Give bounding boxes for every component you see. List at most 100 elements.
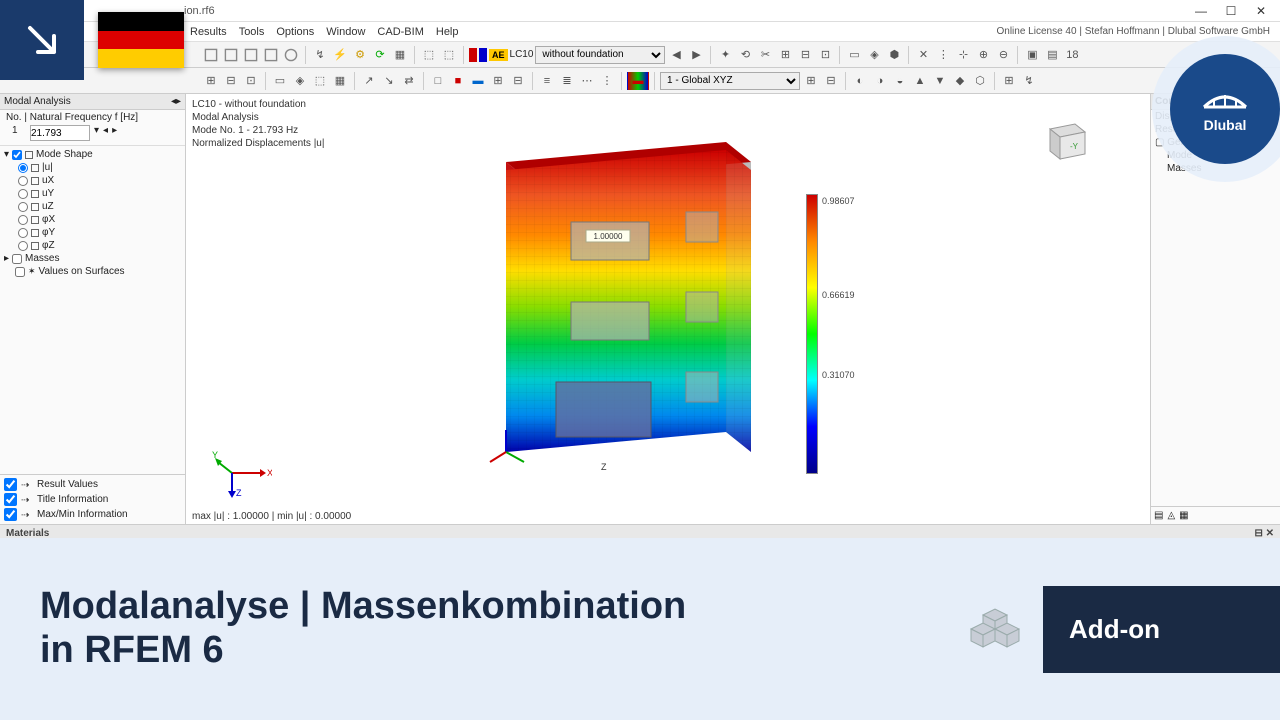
freq-value-input[interactable]	[30, 125, 90, 141]
tool-icon[interactable]: ▼	[931, 72, 949, 90]
panel-tab-icon[interactable]: ◬	[1167, 510, 1175, 521]
tool-icon[interactable]: ⊟	[822, 72, 840, 90]
tool-icon[interactable]: ◐	[851, 72, 869, 90]
close-button[interactable]: ✕	[1246, 2, 1276, 20]
checkbox[interactable]	[15, 267, 25, 277]
tree-item[interactable]: uX	[4, 174, 181, 187]
tree-item[interactable]: |u|	[4, 161, 181, 174]
orientation-cube[interactable]: -Y	[1040, 114, 1090, 164]
tool-icon[interactable]: ⊟	[796, 46, 814, 64]
tool-icon[interactable]: ▤	[1043, 46, 1061, 64]
tool-icon[interactable]: ▬	[469, 72, 487, 90]
radio[interactable]	[18, 189, 28, 199]
menu-results[interactable]: Results	[184, 26, 233, 38]
tool-icon[interactable]: ⊖	[994, 46, 1012, 64]
tool-icon[interactable]: ↯	[311, 46, 329, 64]
tree-item[interactable]: φZ	[4, 239, 181, 252]
radio[interactable]	[18, 176, 28, 186]
tool-icon[interactable]: ↗	[360, 72, 378, 90]
tool-icon[interactable]	[222, 46, 240, 64]
prev-icon[interactable]: ◂	[103, 125, 108, 141]
tree-item[interactable]: φX	[4, 213, 181, 226]
tool-icon[interactable]: ▲	[911, 72, 929, 90]
tool-icon[interactable]: ⋮	[598, 72, 616, 90]
checkbox[interactable]	[12, 254, 22, 264]
checkbox[interactable]	[4, 478, 17, 491]
checkbox[interactable]	[4, 508, 17, 521]
tool-icon[interactable]: ⊞	[489, 72, 507, 90]
tool-icon[interactable]	[242, 46, 260, 64]
tool-icon[interactable]: ⚙	[351, 46, 369, 64]
tool-icon[interactable]: ⚡	[331, 46, 349, 64]
check-row[interactable]: ⇢Result Values	[4, 477, 181, 492]
tool-icon[interactable]: ✦	[716, 46, 734, 64]
tool-icon[interactable]: ▬	[627, 72, 649, 90]
tool-icon[interactable]: ⋮	[934, 46, 952, 64]
tool-icon[interactable]: ↘	[380, 72, 398, 90]
tool-icon[interactable]: ⇄	[400, 72, 418, 90]
tool-icon[interactable]	[202, 46, 220, 64]
radio[interactable]	[18, 202, 28, 212]
prev-icon[interactable]: ◀	[667, 46, 685, 64]
chevron-right-icon[interactable]: ▸	[176, 96, 181, 107]
tool-icon[interactable]: ⊞	[202, 72, 220, 90]
maximize-button[interactable]: ☐	[1216, 2, 1246, 20]
coord-system-dropdown[interactable]: 1 - Global XYZ	[660, 72, 800, 90]
loadcase-dropdown[interactable]: without foundation	[535, 46, 665, 64]
tree-values-surfaces[interactable]: ✶ Values on Surfaces	[4, 265, 181, 278]
tree-item[interactable]: uY	[4, 187, 181, 200]
tool-icon[interactable]: ▭	[271, 72, 289, 90]
menu-cadbim[interactable]: CAD-BIM	[371, 26, 429, 38]
chevron-down-icon[interactable]: ▾	[94, 125, 99, 141]
tool-icon[interactable]: ▭	[845, 46, 863, 64]
minimize-button[interactable]: —	[1186, 2, 1216, 20]
tool-icon[interactable]: ⊟	[509, 72, 527, 90]
tool-icon[interactable]: ⊞	[776, 46, 794, 64]
tool-icon[interactable]: ⬚	[311, 72, 329, 90]
tool-icon[interactable]: ✕	[914, 46, 932, 64]
tool-icon[interactable]: ⟳	[371, 46, 389, 64]
tool-icon[interactable]: ⬡	[971, 72, 989, 90]
radio[interactable]	[18, 215, 28, 225]
radio[interactable]	[18, 241, 28, 251]
tool-icon[interactable]: ⊕	[974, 46, 992, 64]
tree-item[interactable]: uZ	[4, 200, 181, 213]
tool-icon[interactable]: ≣	[558, 72, 576, 90]
tool-icon[interactable]: ◈	[291, 72, 309, 90]
tool-icon[interactable]: ⊞	[1000, 72, 1018, 90]
cp-row[interactable]: Masses	[1151, 162, 1280, 175]
tool-icon[interactable]: ✂	[756, 46, 774, 64]
checkbox[interactable]	[12, 150, 22, 160]
tool-icon[interactable]: ⟲	[736, 46, 754, 64]
tree-masses[interactable]: ▸ Masses	[4, 252, 181, 265]
tool-icon[interactable]: 18	[1063, 46, 1081, 64]
tool-icon[interactable]: ⊡	[816, 46, 834, 64]
tree-item[interactable]: φY	[4, 226, 181, 239]
panel-tab-icon[interactable]: ▤	[1154, 510, 1163, 521]
tool-icon[interactable]: ◈	[865, 46, 883, 64]
pin-icon[interactable]: ⊟ ✕	[1254, 528, 1274, 539]
menu-help[interactable]: Help	[430, 26, 465, 38]
tool-icon[interactable]: ⬢	[885, 46, 903, 64]
viewport-3d[interactable]: LC10 - without foundation Modal Analysis…	[186, 94, 1150, 524]
tool-icon[interactable]: ⬚	[420, 46, 438, 64]
tool-icon[interactable]: ⊞	[802, 72, 820, 90]
tool-icon[interactable]: ▦	[391, 46, 409, 64]
radio[interactable]	[18, 228, 28, 238]
loadcase-selector[interactable]: AE LC10 without foundation	[469, 46, 665, 64]
tool-icon[interactable]: ⊹	[954, 46, 972, 64]
tool-icon[interactable]: ▦	[331, 72, 349, 90]
tree-mode-shape[interactable]: ▾ Mode Shape	[4, 148, 181, 161]
tool-icon[interactable]: ⊟	[222, 72, 240, 90]
menu-options[interactable]: Options	[270, 26, 320, 38]
menu-window[interactable]: Window	[320, 26, 371, 38]
tool-icon[interactable]: ◒	[891, 72, 909, 90]
tool-icon[interactable]: ≡	[538, 72, 556, 90]
tool-icon[interactable]	[282, 46, 300, 64]
tool-icon[interactable]: ◆	[951, 72, 969, 90]
tool-icon[interactable]: ↯	[1020, 72, 1038, 90]
radio[interactable]	[18, 163, 28, 173]
next-icon[interactable]: ▸	[112, 125, 117, 141]
check-row[interactable]: ⇢Max/Min Information	[4, 507, 181, 522]
panel-tab-icon[interactable]: ▦	[1179, 510, 1188, 521]
